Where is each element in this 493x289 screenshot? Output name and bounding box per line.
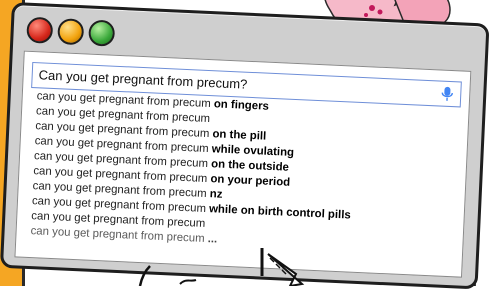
suggestion-suffix: ... bbox=[204, 233, 217, 246]
browser-content: Can you get pregnant from precum? can yo… bbox=[14, 51, 471, 278]
search-query[interactable]: Can you get pregnant from precum? bbox=[38, 67, 247, 91]
suggestion-suffix: on the outside bbox=[208, 158, 289, 174]
suggestion-suffix: nz bbox=[206, 188, 222, 201]
autocomplete-list: can you get pregnant from precum on fing… bbox=[24, 89, 458, 258]
browser-window: Can you get pregnant from precum? can yo… bbox=[0, 2, 490, 289]
suggestion-suffix: on fingers bbox=[210, 98, 269, 113]
suggestion-suffix: on your period bbox=[207, 173, 290, 189]
microphone-icon[interactable] bbox=[440, 86, 455, 103]
suggestion-suffix: while ovulating bbox=[208, 143, 294, 159]
suggestion-suffix: on the pill bbox=[209, 128, 266, 143]
